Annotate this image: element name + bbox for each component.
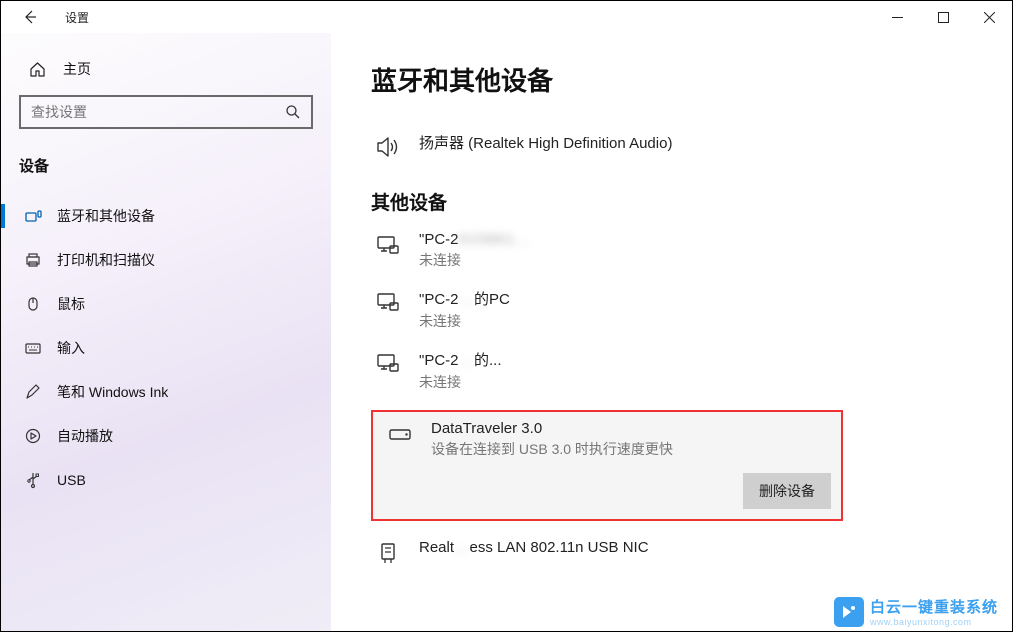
mouse-icon — [23, 295, 43, 313]
keyboard-icon — [23, 339, 43, 357]
device-status: 未连接 — [419, 311, 510, 331]
other-device-row[interactable]: Realt...ess LAN 802.11n USB NIC — [371, 539, 972, 565]
speaker-icon — [371, 132, 405, 160]
sidebar: 主页 设备 蓝牙和其他设备 打印机和扫描仪 — [1, 33, 331, 631]
close-icon — [984, 12, 995, 23]
watermark-logo-icon — [834, 597, 864, 627]
nav-label: 鼠标 — [57, 294, 85, 314]
settings-window: 设置 主页 设备 — [0, 0, 1013, 632]
maximize-button[interactable] — [920, 1, 966, 33]
search-input[interactable] — [31, 104, 285, 120]
maximize-icon — [938, 12, 949, 23]
nav-label: USB — [57, 472, 86, 488]
search-box[interactable] — [19, 95, 313, 129]
selected-device-card[interactable]: DataTraveler 3.0 设备在连接到 USB 3.0 时执行速度更快 … — [371, 410, 843, 521]
arrow-left-icon — [22, 9, 38, 25]
nav-item-usb[interactable]: USB — [1, 458, 331, 502]
main-content: 蓝牙和其他设备 扬声器 (Realtek High Definition Aud… — [331, 33, 1012, 631]
minimize-icon — [892, 12, 903, 23]
sidebar-nav: 蓝牙和其他设备 打印机和扫描仪 鼠标 输入 笔和 Windows Ink — [1, 194, 331, 502]
home-label: 主页 — [63, 59, 91, 79]
monitor-icon — [371, 288, 405, 314]
device-status: 未连接 — [419, 250, 530, 270]
drive-icon — [383, 420, 417, 446]
device-name: 扬声器 (Realtek High Definition Audio) — [419, 132, 672, 153]
blurred-text: ... — [459, 291, 475, 308]
close-button[interactable] — [966, 1, 1012, 33]
device-desc: 设备在连接到 USB 3.0 时执行速度更快 — [431, 439, 673, 459]
watermark: 白云一键重装系统 www.baiyunxitong.com — [834, 596, 998, 627]
nav-item-pen[interactable]: 笔和 Windows Ink — [1, 370, 331, 414]
device-name: DataTraveler 3.0 — [431, 420, 673, 437]
bluetooth-icon — [23, 207, 43, 225]
selected-device-row: DataTraveler 3.0 设备在连接到 USB 3.0 时执行速度更快 — [383, 420, 831, 459]
adapter-icon — [371, 539, 405, 565]
device-name: "PC-2015861... — [419, 231, 530, 248]
nav-item-typing[interactable]: 输入 — [1, 326, 331, 370]
back-button[interactable] — [19, 6, 41, 28]
page-title: 蓝牙和其他设备 — [371, 61, 972, 98]
audio-device-row[interactable]: 扬声器 (Realtek High Definition Audio) — [371, 132, 972, 160]
window-title: 设置 — [65, 9, 89, 26]
nav-item-printers[interactable]: 打印机和扫描仪 — [1, 238, 331, 282]
device-name: "PC-2...的... — [419, 349, 502, 370]
monitor-icon — [371, 231, 405, 257]
watermark-title: 白云一键重装系统 — [870, 596, 998, 617]
nav-label: 自动播放 — [57, 426, 113, 446]
blurred-text: ... — [459, 352, 475, 369]
printer-icon — [23, 251, 43, 269]
blurred-text: 015861... — [459, 231, 531, 248]
minimize-button[interactable] — [874, 1, 920, 33]
pen-icon — [23, 383, 43, 401]
titlebar: 设置 — [1, 1, 1012, 33]
other-device-row[interactable]: "PC-2...的... 未连接 — [371, 349, 972, 392]
monitor-icon — [371, 349, 405, 375]
other-device-row[interactable]: "PC-2015861... 未连接 — [371, 231, 972, 270]
other-devices-title: 其他设备 — [371, 188, 972, 215]
blurred-text: ... — [454, 539, 470, 556]
device-name: "PC-2...的PC — [419, 288, 510, 309]
window-controls — [874, 1, 1012, 33]
sidebar-category: 设备 — [1, 149, 331, 194]
home-link[interactable]: 主页 — [1, 51, 331, 95]
nav-label: 打印机和扫描仪 — [57, 250, 155, 270]
device-name: Realt...ess LAN 802.11n USB NIC — [419, 539, 649, 556]
other-devices-list: "PC-2015861... 未连接 "PC-2...的PC 未连接 "PC-2… — [371, 231, 972, 565]
watermark-url: www.baiyunxitong.com — [870, 617, 998, 627]
search-icon — [285, 104, 301, 120]
remove-device-button[interactable]: 删除设备 — [743, 473, 831, 509]
nav-item-bluetooth[interactable]: 蓝牙和其他设备 — [1, 194, 331, 238]
nav-label: 蓝牙和其他设备 — [57, 206, 155, 226]
home-icon — [29, 61, 47, 78]
nav-item-mouse[interactable]: 鼠标 — [1, 282, 331, 326]
autoplay-icon — [23, 427, 43, 445]
nav-label: 笔和 Windows Ink — [57, 382, 168, 402]
nav-label: 输入 — [57, 338, 85, 358]
device-status: 未连接 — [419, 372, 502, 392]
other-device-row[interactable]: "PC-2...的PC 未连接 — [371, 288, 972, 331]
usb-icon — [23, 471, 43, 489]
nav-item-autoplay[interactable]: 自动播放 — [1, 414, 331, 458]
